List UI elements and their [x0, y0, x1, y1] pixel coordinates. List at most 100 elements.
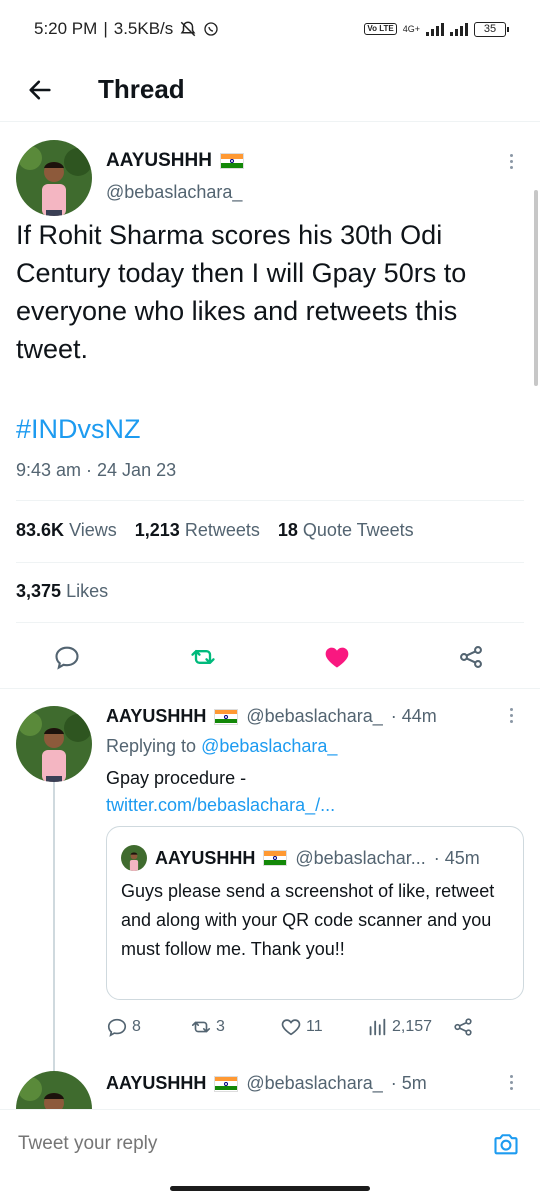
replying-prefix: Replying to	[106, 736, 197, 756]
comment-icon	[107, 1018, 127, 1037]
divider	[16, 500, 524, 501]
retweets-label: Retweets	[184, 520, 260, 540]
comment-icon	[55, 646, 79, 670]
tweet-text: If Rohit Sharma scores his 30th Odi Cent…	[16, 220, 467, 364]
quote-author-name: AAYUSHHH	[155, 847, 256, 868]
quote-time: · 45m	[433, 847, 480, 868]
heart-icon	[281, 1019, 301, 1036]
likes-label: Likes	[66, 581, 109, 601]
like-button[interactable]	[322, 642, 352, 672]
retweets-count: 1,213	[134, 520, 180, 540]
quote-header: AAYUSHHH @bebaslachar... · 45m	[121, 845, 480, 871]
camera-icon	[494, 1134, 518, 1155]
reply-author-name[interactable]: AAYUSHHH	[106, 706, 206, 727]
replying-to: Replying to @bebaslachara_	[106, 736, 337, 757]
status-time: 5:20 PM	[34, 19, 98, 38]
reply2-header: AAYUSHHH @bebaslachara_ · 5m	[106, 1073, 427, 1094]
views-bar-chart-icon	[369, 1018, 386, 1036]
page-title: Thread	[98, 74, 185, 104]
avatar-photo	[16, 1071, 92, 1109]
hashtag-link[interactable]: #INDvsNZ	[16, 414, 141, 445]
reply-author-handle[interactable]: @bebaslachara_	[246, 706, 382, 727]
reply-compose-bar	[0, 1109, 540, 1177]
retweet-icon	[191, 1021, 211, 1033]
author-block[interactable]: AAYUSHHH @bebaslachara_	[106, 150, 244, 203]
quote-author-handle: @bebaslachar...	[295, 847, 426, 868]
back-button[interactable]	[20, 70, 60, 110]
arrow-left-icon	[29, 80, 51, 99]
reply-actions: 8 3 11 2,157	[106, 1016, 526, 1040]
signal-icon-2	[450, 22, 468, 36]
retweet-button[interactable]	[188, 642, 218, 672]
india-flag-icon	[214, 1075, 239, 1092]
share-button[interactable]	[456, 642, 486, 672]
views-count: 2,157	[392, 1018, 433, 1035]
reply-button[interactable]	[52, 642, 82, 672]
replying-to-handle[interactable]: @bebaslachara_	[201, 736, 337, 756]
reply-retweet-button[interactable]: 3	[190, 1016, 225, 1038]
network-type: 4G+	[402, 24, 420, 34]
divider	[0, 688, 540, 689]
volte-badge: Vo LTE	[364, 23, 397, 35]
share-icon	[460, 646, 482, 668]
avatar[interactable]	[16, 140, 92, 216]
divider	[16, 562, 524, 563]
likes-count: 3,375	[16, 581, 62, 601]
tweet-timestamp[interactable]: 9:43 am · 24 Jan 23	[16, 460, 176, 481]
battery-icon: 35	[474, 21, 509, 37]
likes-stat[interactable]: 3,375 Likes	[16, 581, 108, 602]
signal-icon	[426, 22, 444, 36]
status-bar: 5:20 PM | 3.5KB/s Vo LTE 4G+ 35	[0, 0, 540, 58]
reply-time: · 44m	[390, 706, 437, 726]
retweets-stat[interactable]: 1,213 Retweets	[135, 520, 260, 541]
retweet-count: 3	[216, 1018, 225, 1035]
stats-row: 83.6K Views 1,213 Retweets 18 Quote Twee…	[16, 520, 414, 541]
views-stat: 83.6K Views	[16, 520, 117, 541]
author-name[interactable]: AAYUSHHH	[106, 150, 212, 172]
reply2-time: · 5m	[390, 1073, 427, 1093]
reply-header: AAYUSHHH @bebaslachara_ · 44m	[106, 706, 437, 727]
quotes-stat[interactable]: 18 Quote Tweets	[278, 520, 414, 541]
tweet-actions	[0, 634, 540, 684]
reply-text: Gpay procedure -	[106, 768, 247, 788]
quotes-label: Quote Tweets	[302, 520, 414, 540]
reply2-author-name[interactable]: AAYUSHHH	[106, 1073, 206, 1094]
views-label: Views	[69, 520, 117, 540]
heart-filled-icon	[325, 647, 349, 668]
mute-icon	[180, 21, 196, 37]
reply2-author-handle[interactable]: @bebaslachara_	[246, 1073, 382, 1094]
quote-text: Guys please send a screenshot of like, r…	[121, 881, 495, 959]
reply-views[interactable]: 2,157	[366, 1016, 432, 1038]
author-handle[interactable]: @bebaslachara_	[106, 182, 244, 203]
divider	[16, 622, 524, 623]
share-icon	[454, 1018, 472, 1036]
avatar-photo	[16, 140, 92, 216]
avatar-photo	[16, 706, 92, 782]
quote-avatar	[121, 845, 147, 871]
india-flag-icon	[214, 708, 239, 725]
top-app-bar: Thread	[0, 58, 540, 122]
reply-tweet-2[interactable]: AAYUSHHH @bebaslachara_ · 5m	[0, 1065, 540, 1109]
reply-count: 8	[132, 1018, 141, 1035]
camera-button[interactable]	[492, 1130, 520, 1163]
reply-like-button[interactable]: 11	[280, 1016, 323, 1038]
more-options-icon[interactable]	[510, 708, 513, 723]
retweet-icon	[191, 650, 215, 664]
reply-share-button[interactable]	[452, 1016, 474, 1038]
views-count: 83.6K	[16, 520, 65, 540]
quotes-count: 18	[277, 520, 298, 540]
reply-link[interactable]: twitter.com/bebaslachara_/...	[106, 795, 335, 816]
scrollbar[interactable]	[534, 190, 538, 386]
india-flag-icon	[263, 850, 288, 866]
reply-avatar[interactable]	[16, 706, 92, 782]
more-options-icon[interactable]	[510, 154, 513, 169]
thread-connector-line	[53, 782, 55, 1072]
reply2-avatar[interactable]	[16, 1071, 92, 1109]
more-options-icon[interactable]	[510, 1075, 513, 1090]
status-speed: 3.5KB/s	[113, 19, 174, 38]
home-indicator[interactable]	[170, 1186, 370, 1191]
reply-input[interactable]	[18, 1132, 458, 1155]
quote-tweet-card[interactable]: AAYUSHHH @bebaslachar... · 45m Guys plea…	[106, 826, 524, 1000]
whatsapp-icon	[204, 22, 218, 36]
reply-reply-button[interactable]: 8	[106, 1016, 141, 1038]
